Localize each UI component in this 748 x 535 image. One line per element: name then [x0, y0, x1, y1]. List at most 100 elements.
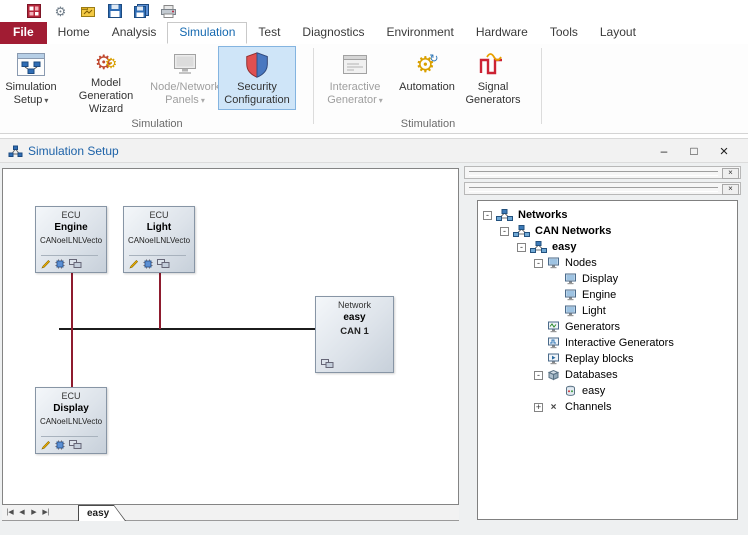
node-icon	[565, 289, 576, 301]
ecu-block-light[interactable]: ECU Light CANoeILNLVecto	[123, 206, 195, 273]
ecu-block-display[interactable]: ECU Display CANoeILNLVecto	[35, 387, 107, 454]
button-label: Generator	[327, 94, 377, 106]
tab-environment[interactable]: Environment	[375, 22, 464, 44]
automation-button[interactable]: ⚙ ↻ Automation	[394, 46, 460, 110]
tree-item-engine[interactable]: Engine	[478, 287, 737, 303]
tab-test[interactable]: Test	[247, 22, 291, 44]
minimize-button[interactable]: –	[654, 144, 674, 158]
block-name: Display	[53, 403, 89, 414]
expander-icon[interactable]: -	[534, 370, 543, 380]
tab-file[interactable]: File	[0, 22, 47, 44]
panels-icon	[170, 49, 200, 81]
security-configuration-button[interactable]: Security Configuration	[218, 46, 296, 110]
tree-item-light[interactable]: Light	[478, 303, 737, 319]
block-name: easy	[343, 312, 366, 323]
first-tab-button[interactable]: |◀	[4, 505, 16, 521]
tree-item-display[interactable]: Display	[478, 271, 737, 287]
close-panel-button[interactable]: ×	[722, 184, 739, 195]
printer-icon	[161, 4, 176, 18]
chip-icon[interactable]	[143, 259, 153, 269]
node-panel-icon[interactable]	[69, 259, 82, 269]
measurement-setup-icon[interactable]	[80, 4, 95, 19]
button-label: Configuration	[224, 94, 290, 106]
group-label-stimulation: Stimulation	[400, 118, 456, 130]
bus-line-engine-display[interactable]	[71, 273, 73, 387]
tree-item-replay-blocks[interactable]: Replay blocks	[478, 351, 737, 367]
simulation-setup-icon	[16, 49, 46, 81]
options-gear-icon[interactable]: ⚙	[53, 4, 68, 19]
bus-line-light[interactable]	[159, 273, 161, 329]
window-title: Simulation Setup	[28, 144, 119, 158]
tree-item-easy-network[interactable]: - easy	[478, 239, 737, 255]
button-label: Security	[237, 81, 277, 93]
model-generation-wizard-button[interactable]: ⚙ ⚙ Model Generation Wizard	[60, 46, 152, 115]
chevron-down-icon: ▾	[44, 96, 49, 105]
close-button[interactable]: ×	[714, 143, 734, 160]
tab-layout[interactable]: Layout	[589, 22, 647, 44]
tab-hardware[interactable]: Hardware	[465, 22, 539, 44]
tab-analysis[interactable]: Analysis	[101, 22, 168, 44]
last-tab-button[interactable]: ▶|	[40, 505, 52, 521]
expander-icon[interactable]: -	[483, 210, 492, 220]
network-panel-icon[interactable]	[321, 359, 334, 369]
block-kind: ECU	[61, 391, 81, 401]
button-label: Model Generation	[78, 77, 134, 102]
measurement-icon	[80, 6, 95, 17]
databases-icon	[547, 369, 560, 381]
networks-icon	[496, 209, 513, 221]
tree-item-interactive-generators[interactable]: Interactive Generators	[478, 335, 737, 351]
node-panel-icon[interactable]	[157, 259, 170, 269]
expander-icon[interactable]: -	[517, 242, 526, 252]
interactive-generator-icon	[340, 49, 370, 81]
node-panel-icon[interactable]	[69, 440, 82, 450]
signal-generators-button[interactable]: Signal Generators	[460, 46, 526, 110]
network-block-easy[interactable]: Network easy CAN 1	[315, 296, 394, 373]
bus-line-horizontal[interactable]	[59, 328, 317, 330]
edit-pencil-icon[interactable]	[41, 259, 51, 269]
previous-tab-button[interactable]: ◀	[16, 505, 28, 521]
ribbon-group-stimulation: Interactive Generator ▾ ⚙ ↻ Automation S…	[316, 46, 540, 130]
canoe-application: ⚙ File Home Analysis Simulation Test Dia…	[0, 0, 748, 535]
app-icon[interactable]	[26, 4, 41, 19]
expander-icon[interactable]: +	[534, 402, 543, 412]
security-shield-icon	[243, 49, 271, 81]
interactive-generator-button[interactable]: Interactive Generator ▾	[316, 46, 394, 110]
expander-icon[interactable]: -	[534, 258, 543, 268]
tab-home[interactable]: Home	[47, 22, 101, 44]
edit-pencil-icon[interactable]	[41, 440, 51, 450]
next-tab-button[interactable]: ▶	[28, 505, 40, 521]
tab-tools[interactable]: Tools	[539, 22, 589, 44]
block-model: CANoeILNLVecto	[127, 236, 191, 245]
chip-icon[interactable]	[55, 259, 65, 269]
tree-item-nodes[interactable]: - Nodes	[478, 255, 737, 271]
tree-item-databases[interactable]: - Databases	[478, 367, 737, 383]
node-icon	[565, 273, 576, 285]
simulation-setup-button[interactable]: Simulation Setup ▾	[2, 46, 60, 110]
tree-item-generators[interactable]: Generators	[478, 319, 737, 335]
canvas-tab-easy[interactable]: easy	[78, 505, 126, 521]
wizard-gears-icon: ⚙ ⚙	[94, 52, 118, 74]
simulation-setup-titlebar[interactable]: Simulation Setup – □ ×	[0, 138, 748, 163]
save-all-icon[interactable]	[134, 4, 149, 19]
chip-icon[interactable]	[55, 440, 65, 450]
expander-icon[interactable]: -	[500, 226, 509, 236]
channels-icon: ×	[550, 401, 557, 413]
simulation-setup-window-icon	[8, 145, 23, 163]
edit-pencil-icon[interactable]	[129, 259, 139, 269]
maximize-button[interactable]: □	[684, 144, 704, 158]
button-label: Setup	[13, 94, 43, 106]
tab-simulation[interactable]: Simulation	[167, 22, 248, 44]
tree-item-can-networks[interactable]: - CAN Networks	[478, 223, 737, 239]
tree-item-networks[interactable]: - Networks	[478, 207, 737, 223]
tree-item-easy-database[interactable]: easy	[478, 383, 737, 399]
save-icon[interactable]	[107, 4, 122, 19]
print-icon[interactable]	[161, 4, 176, 19]
button-label: Panels	[165, 94, 199, 106]
simulation-canvas[interactable]: ECU Engine CANoeILNLVecto ECU Light CANo…	[2, 168, 459, 505]
block-channel: CAN 1	[340, 326, 369, 337]
node-network-panels-button[interactable]: Node/Network Panels ▾	[150, 46, 220, 110]
tree-item-channels[interactable]: + × Channels	[478, 399, 737, 415]
tab-diagnostics[interactable]: Diagnostics	[291, 22, 375, 44]
ecu-block-engine[interactable]: ECU Engine CANoeILNLVecto	[35, 206, 107, 273]
close-panel-button[interactable]: ×	[722, 168, 739, 179]
